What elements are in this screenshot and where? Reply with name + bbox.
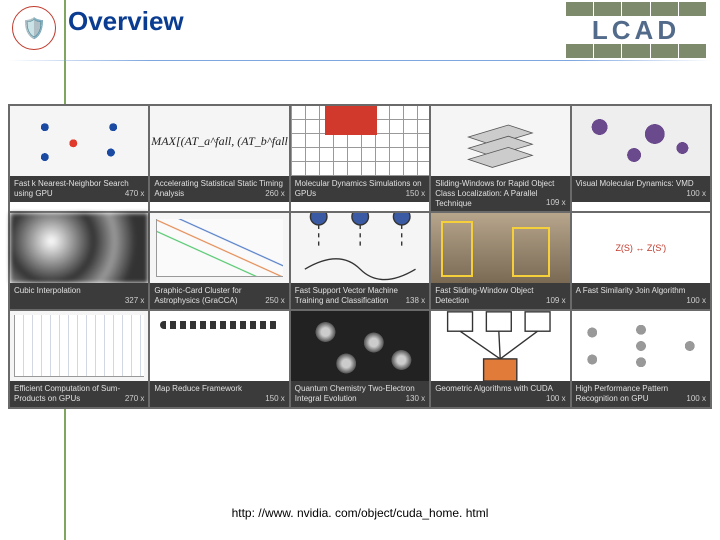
- card-title: Accelerating Statistical Static Timing A…: [154, 179, 283, 198]
- card-grid: Fast k Nearest-Neighbor Search using GPU…: [8, 104, 712, 409]
- card-title: Visual Molecular Dynamics: VMD: [576, 179, 694, 188]
- card-title: High Performance Pattern Recognition on …: [576, 384, 669, 403]
- card-title: Molecular Dynamics Simulations on GPUs: [295, 179, 422, 198]
- card-title: A Fast Similarity Join Algorithm: [576, 286, 686, 295]
- speedup-badge: 130 x: [406, 394, 426, 404]
- card-caption: Fast k Nearest-Neighbor Search using GPU…: [10, 176, 148, 202]
- card-title: Quantum Chemistry Two-Electron Integral …: [295, 384, 415, 403]
- speedup-badge: 150 x: [406, 189, 426, 199]
- card: Map Reduce Framework 150 x: [149, 310, 289, 408]
- card-caption: Visual Molecular Dynamics: VMD100 x: [572, 176, 710, 202]
- card-title: Fast k Nearest-Neighbor Search using GPU: [14, 179, 129, 198]
- footer-url: http: //www. nvidia. com/object/cuda_hom…: [0, 506, 720, 520]
- lab-logo-text: LCAD: [566, 17, 706, 43]
- speedup-badge: 150 x: [265, 394, 285, 404]
- card-caption: Fast Support Vector Machine Training and…: [291, 283, 429, 309]
- card: Fast Support Vector Machine Training and…: [290, 212, 430, 310]
- thumb-spheres-icon: [291, 311, 429, 381]
- thumb-blur-icon: [10, 213, 148, 283]
- thumb-neuralnet-icon: [572, 311, 710, 381]
- speedup-badge: 109 x: [546, 198, 566, 208]
- logo-strip-bottom: [566, 44, 706, 58]
- card: High Performance Pattern Recognition on …: [571, 310, 711, 408]
- card-title: Geometric Algorithms with CUDA: [435, 384, 553, 393]
- card-caption: Molecular Dynamics Simulations on GPUs15…: [291, 176, 429, 202]
- slide-header: 🛡️ Overview LCAD: [0, 0, 720, 56]
- card-caption: Quantum Chemistry Two-Electron Integral …: [291, 381, 429, 407]
- speedup-badge: 260 x: [265, 189, 285, 199]
- card: Molecular Dynamics Simulations on GPUs15…: [290, 105, 430, 212]
- card: Sliding-Windows for Rapid Object Class L…: [430, 105, 570, 212]
- crest-icon: 🛡️: [12, 6, 56, 50]
- thumb-scatter-icon: [10, 106, 148, 176]
- thumb-grid-icon: [291, 106, 429, 176]
- speedup-badge: 100 x: [546, 394, 566, 404]
- card-caption: A Fast Similarity Join Algorithm100 x: [572, 283, 710, 309]
- lab-logo: LCAD: [566, 2, 706, 58]
- card-title: Sliding-Windows for Rapid Object Class L…: [435, 179, 554, 208]
- card-title: Fast Support Vector Machine Training and…: [295, 286, 398, 305]
- speedup-badge: 100 x: [686, 189, 706, 199]
- speedup-badge: 138 x: [406, 296, 426, 306]
- card: Geometric Algorithms with CUDA100 x: [430, 310, 570, 408]
- card: Visual Molecular Dynamics: VMD100 x: [571, 105, 711, 212]
- card-caption: Accelerating Statistical Static Timing A…: [150, 176, 288, 202]
- card: Quantum Chemistry Two-Electron Integral …: [290, 310, 430, 408]
- card-title: Graphic-Card Cluster for Astrophysics (G…: [154, 286, 241, 305]
- thumb-planes-icon: [431, 106, 569, 176]
- card-caption: Fast Sliding-Window Object Detection 109 …: [431, 283, 569, 309]
- card-caption: Efficient Computation of Sum-Products on…: [10, 381, 148, 407]
- speedup-badge: 100 x: [686, 296, 706, 306]
- thumb-geometry-icon: [431, 311, 569, 381]
- header-rule: [8, 60, 712, 61]
- card-caption: Sliding-Windows for Rapid Object Class L…: [431, 176, 569, 211]
- thumb-detection-icon: [431, 213, 569, 283]
- card-title: Fast Sliding-Window Object Detection: [435, 286, 533, 305]
- card-caption: Geometric Algorithms with CUDA100 x: [431, 381, 569, 407]
- speedup-badge: 270 x: [125, 394, 145, 404]
- card: Fast Sliding-Window Object Detection 109 …: [430, 212, 570, 310]
- thumb-formula-icon: MAX[(AT_a^fall, (AT_b^fall: [150, 106, 288, 176]
- speedup-badge: 250 x: [265, 296, 285, 306]
- speedup-badge: 100 x: [686, 394, 706, 404]
- card-caption: High Performance Pattern Recognition on …: [572, 381, 710, 407]
- thumb-molecule-icon: [572, 106, 710, 176]
- thumb-waveform-icon: [14, 315, 144, 377]
- speedup-badge: 327 x: [125, 296, 145, 306]
- thumb-mapreduce-icon: [150, 311, 288, 381]
- card: Fast k Nearest-Neighbor Search using GPU…: [9, 105, 149, 212]
- card: MAX[(AT_a^fall, (AT_b^fall Accelerating …: [149, 105, 289, 212]
- card: Cubic Interpolation 327 x: [9, 212, 149, 310]
- logo-strip-top: [566, 2, 706, 16]
- speedup-badge: 109 x: [546, 296, 566, 306]
- card-caption: Map Reduce Framework 150 x: [150, 381, 288, 407]
- thumb-join-icon: Z(S) ↔ Z(S′): [572, 213, 710, 283]
- speedup-badge: 470 x: [125, 189, 145, 199]
- card: Graphic-Card Cluster for Astrophysics (G…: [149, 212, 289, 310]
- card-title: Cubic Interpolation: [14, 286, 81, 295]
- thumb-lineplot-icon: [156, 219, 282, 277]
- card-title: Map Reduce Framework: [154, 384, 242, 393]
- card-caption: Cubic Interpolation 327 x: [10, 283, 148, 309]
- thumb-svm-icon: [291, 213, 429, 283]
- card: Z(S) ↔ Z(S′) A Fast Similarity Join Algo…: [571, 212, 711, 310]
- page-title: Overview: [68, 6, 184, 37]
- card: Efficient Computation of Sum-Products on…: [9, 310, 149, 408]
- card-caption: Graphic-Card Cluster for Astrophysics (G…: [150, 283, 288, 309]
- card-title: Efficient Computation of Sum-Products on…: [14, 384, 120, 403]
